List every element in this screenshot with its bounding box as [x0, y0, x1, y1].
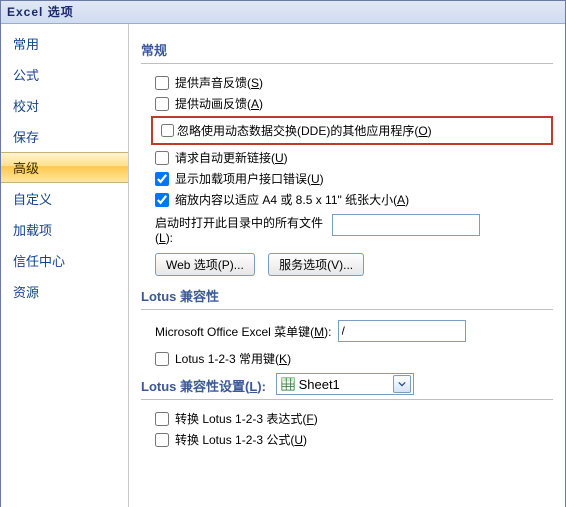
section-header-lotus-compat-settings: Lotus 兼容性设置(L): Sheet1	[141, 373, 553, 400]
nav-item-formulas[interactable]: 公式	[1, 59, 128, 90]
nav-item-advanced[interactable]: 高级	[1, 152, 128, 183]
label-anim-feedback: 提供动画反馈(A)	[175, 95, 263, 112]
checkbox-lotus-expressions[interactable]	[155, 412, 169, 426]
row-excel-menu-key: Microsoft Office Excel 菜单键(M):	[155, 320, 553, 342]
nav-item-save[interactable]: 保存	[1, 121, 128, 152]
button-web-options[interactable]: Web 选项(P)...	[155, 253, 255, 276]
section-header-general: 常规	[141, 40, 553, 64]
nav-item-common[interactable]: 常用	[1, 28, 128, 59]
checkbox-lotus-formulas[interactable]	[155, 433, 169, 447]
nav-item-proofing[interactable]: 校对	[1, 90, 128, 121]
checkbox-lotus-common-keys[interactable]	[155, 352, 169, 366]
label-sound-feedback: 提供声音反馈(S)	[175, 74, 263, 91]
row-scale-paper: 缩放内容以适应 A4 或 8.5 x 11" 纸张大小(A)	[155, 191, 553, 208]
label-excel-menu-key: Microsoft Office Excel 菜单键(M):	[155, 323, 332, 340]
row-lotus-expressions: 转换 Lotus 1-2-3 表达式(F)	[155, 410, 553, 427]
label-ignore-dde: 忽略使用动态数据交换(DDE)的其他应用程序(O)	[177, 122, 432, 139]
row-lotus-common-keys: Lotus 1-2-3 常用键(K)	[155, 350, 553, 367]
label-lotus-expressions: 转换 Lotus 1-2-3 表达式(F)	[175, 410, 318, 427]
input-startup-folder[interactable]	[332, 214, 480, 236]
options-dialog: Excel 选项 常用 公式 校对 保存 高级 自定义 加载项 信任中心 资源 …	[0, 0, 566, 507]
row-addinerr: 显示加载项用户接口错误(U)	[155, 170, 553, 187]
label-startup-folder: 启动时打开此目录中的所有文件 (L):	[155, 214, 323, 245]
label-lotus-formulas: 转换 Lotus 1-2-3 公式(U)	[175, 431, 307, 448]
row-sound-feedback: 提供声音反馈(S)	[155, 74, 553, 91]
label-lotus-common-keys: Lotus 1-2-3 常用键(K)	[175, 350, 291, 367]
checkbox-autolink[interactable]	[155, 151, 169, 165]
input-excel-menu-key[interactable]	[338, 320, 466, 342]
row-anim-feedback: 提供动画反馈(A)	[155, 95, 553, 112]
row-lotus-formulas: 转换 Lotus 1-2-3 公式(U)	[155, 431, 553, 448]
row-ignore-dde-highlighted: 忽略使用动态数据交换(DDE)的其他应用程序(O)	[151, 116, 553, 145]
row-startup-folder: 启动时打开此目录中的所有文件 (L):	[155, 214, 553, 245]
label-autolink: 请求自动更新链接(U)	[175, 149, 288, 166]
row-autolink: 请求自动更新链接(U)	[155, 149, 553, 166]
label-addin-errors: 显示加载项用户接口错误(U)	[175, 170, 324, 187]
window-title: Excel 选项	[7, 5, 74, 19]
nav-item-resources[interactable]: 资源	[1, 276, 128, 307]
checkbox-scale-paper[interactable]	[155, 193, 169, 207]
section-header-lotus-compat: Lotus 兼容性	[141, 286, 553, 310]
category-sidebar: 常用 公式 校对 保存 高级 自定义 加载项 信任中心 资源	[1, 24, 129, 507]
checkbox-sound-feedback[interactable]	[155, 76, 169, 90]
dropdown-sheet-value: Sheet1	[299, 377, 389, 392]
checkbox-ignore-dde[interactable]	[161, 124, 174, 137]
nav-item-trust[interactable]: 信任中心	[1, 245, 128, 276]
checkbox-addin-errors[interactable]	[155, 172, 169, 186]
nav-item-customize[interactable]: 自定义	[1, 183, 128, 214]
chevron-down-icon	[393, 375, 411, 393]
worksheet-icon	[281, 377, 295, 391]
title-bar: Excel 选项	[1, 1, 565, 24]
button-service-options[interactable]: 服务选项(V)...	[268, 253, 364, 276]
settings-pane: 常规 提供声音反馈(S) 提供动画反馈(A) 忽略使用动态数据交换(DDE)的其…	[129, 24, 565, 507]
label-scale-paper: 缩放内容以适应 A4 或 8.5 x 11" 纸张大小(A)	[175, 191, 409, 208]
nav-item-addins[interactable]: 加载项	[1, 214, 128, 245]
dropdown-sheet-selector[interactable]: Sheet1	[276, 373, 414, 395]
checkbox-anim-feedback[interactable]	[155, 97, 169, 111]
